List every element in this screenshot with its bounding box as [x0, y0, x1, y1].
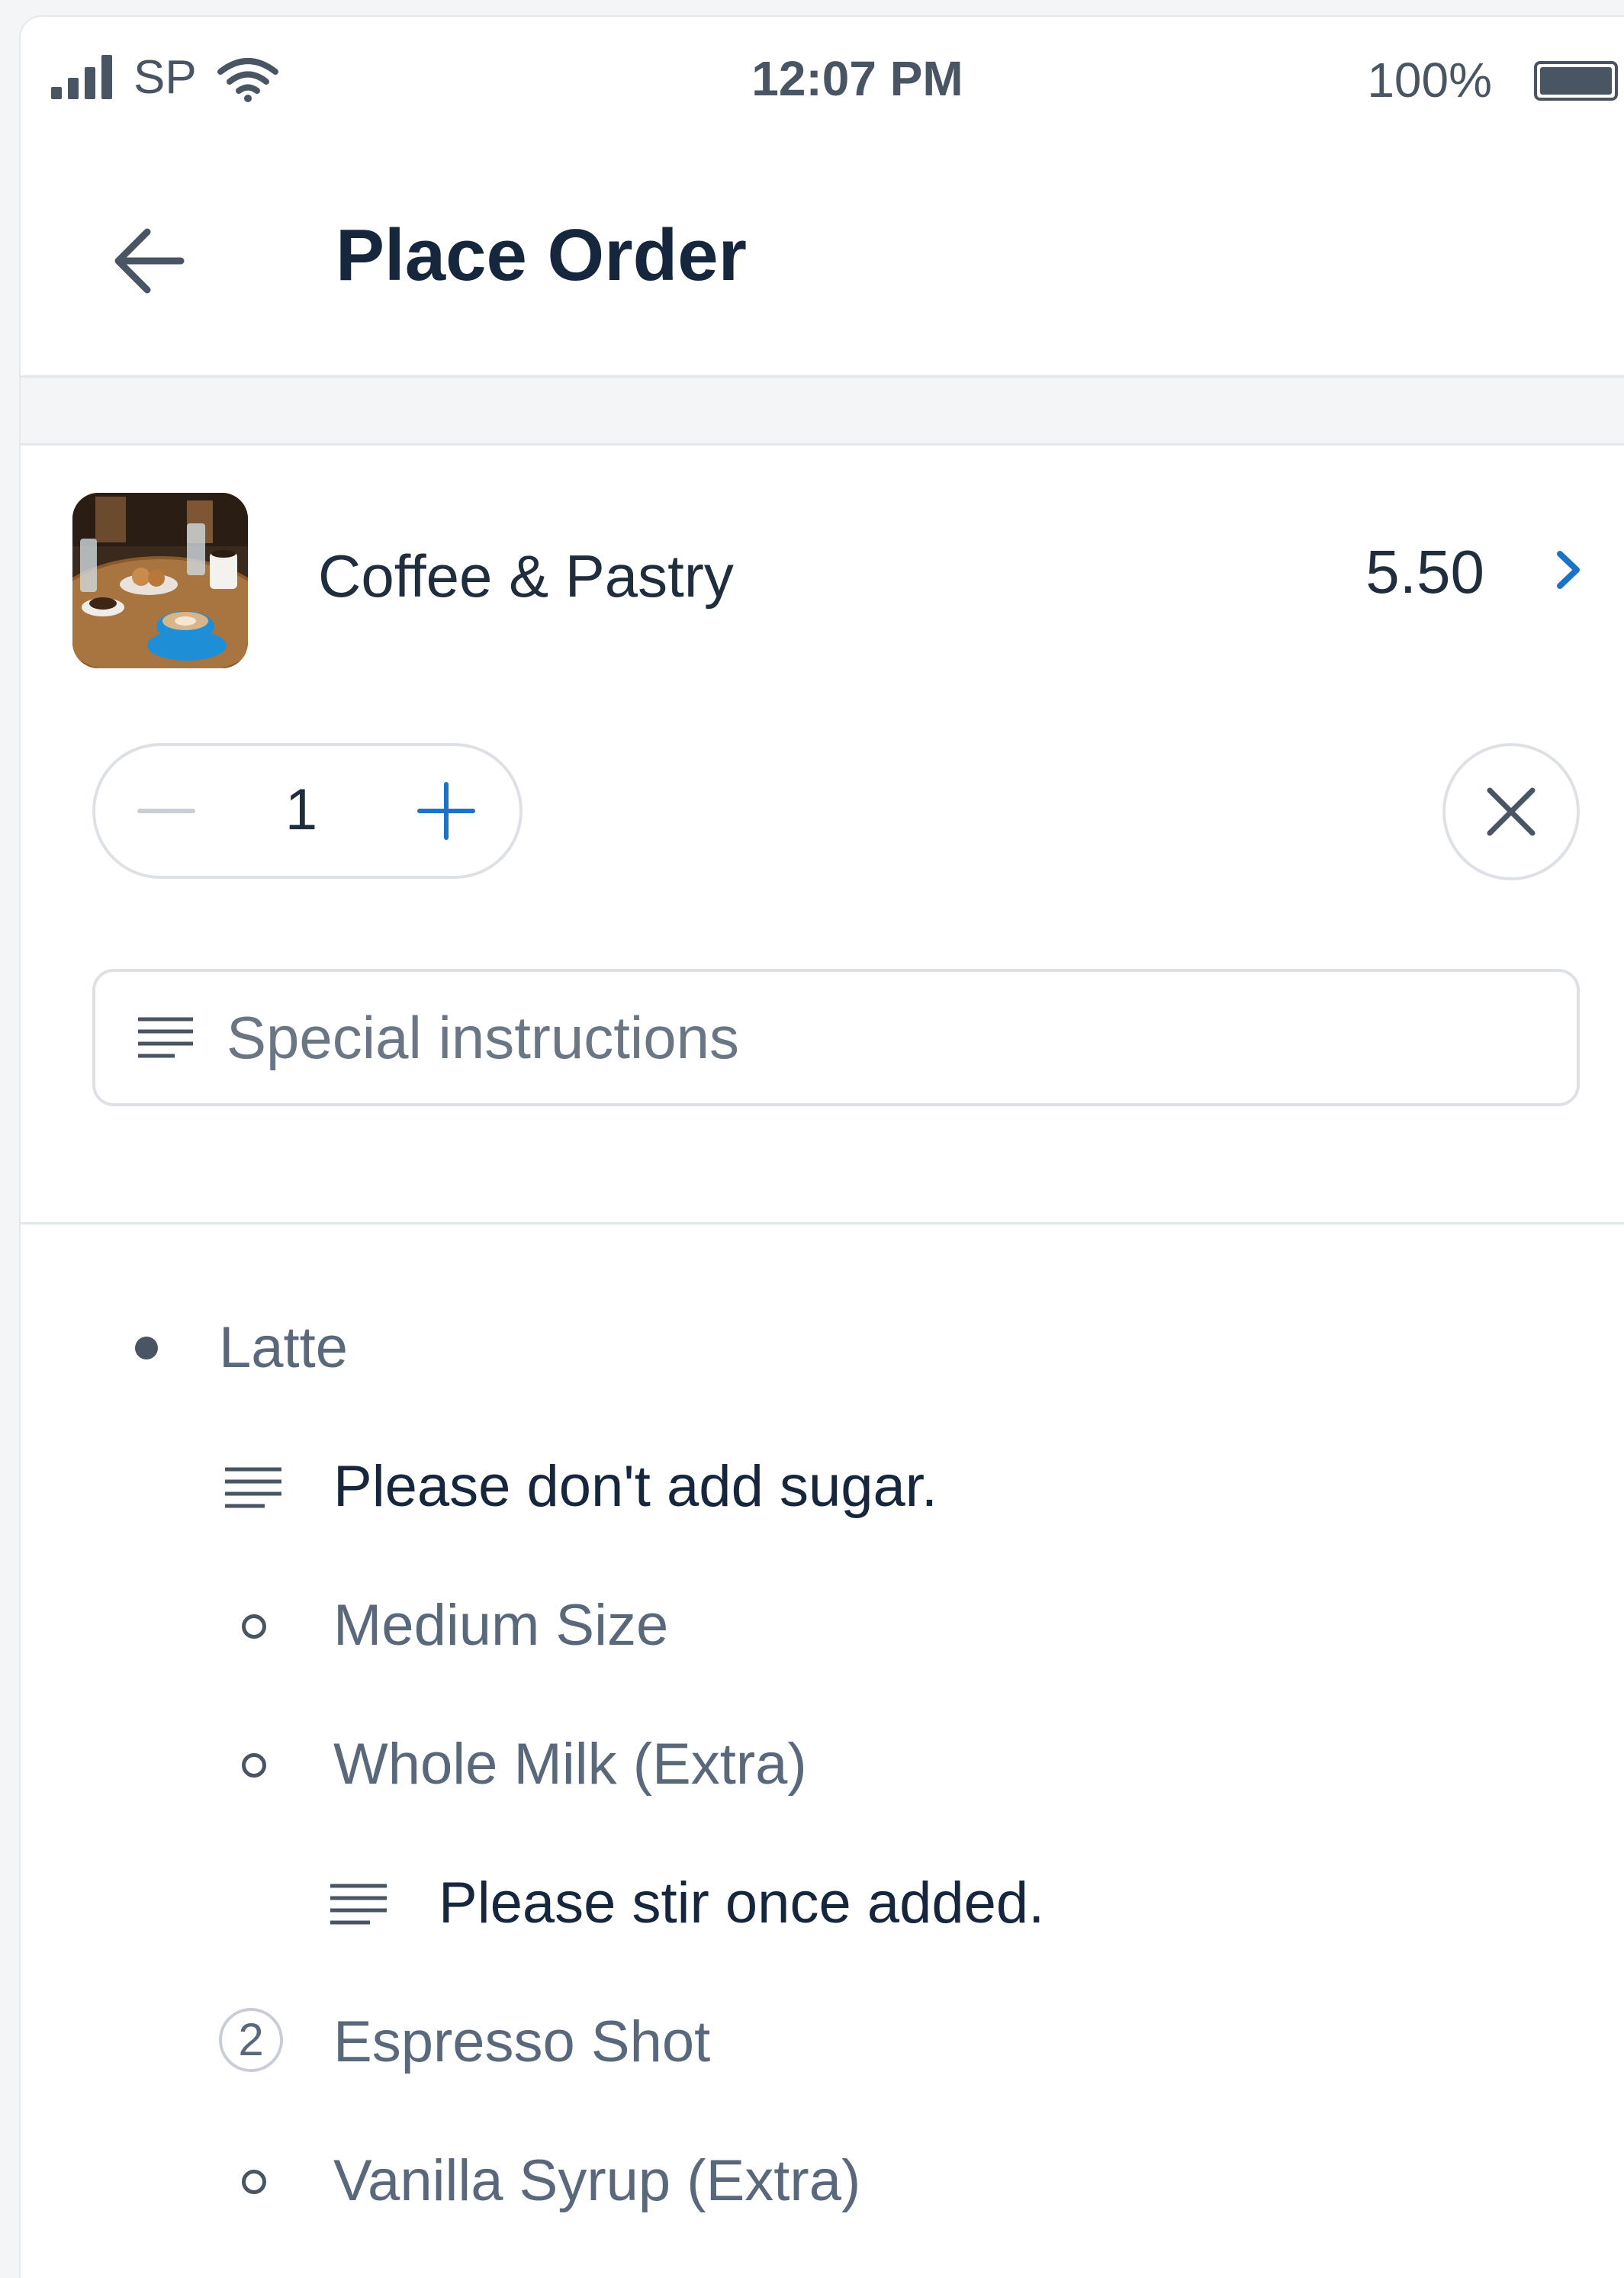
option-note-text: Please don't add sugar. — [333, 1454, 937, 1519]
close-icon — [1487, 787, 1536, 836]
item-price: 5.50 — [1365, 538, 1484, 606]
back-button[interactable] — [105, 215, 196, 307]
option-label: Latte — [219, 1315, 349, 1380]
quantity-value: 1 — [285, 777, 318, 842]
bullet-icon — [106, 1306, 190, 1390]
notes-icon — [317, 1861, 400, 1945]
item-thumbnail — [72, 493, 248, 668]
option-label: Vanilla Syrup (Extra) — [333, 2148, 861, 2213]
arrow-left-icon — [114, 228, 185, 294]
option-label: Medium Size — [333, 1593, 669, 1658]
quantity-stepper: 1 — [92, 743, 523, 879]
status-bar: SP 12:07 PM 100% — [21, 17, 1624, 146]
battery-icon — [1534, 61, 1618, 101]
remove-item-button[interactable] — [1442, 743, 1580, 880]
notes-icon — [211, 1445, 295, 1529]
count-badge: 2 — [211, 2000, 295, 2084]
ring-bullet-icon — [211, 1723, 295, 1807]
plus-icon — [417, 782, 475, 840]
divider — [21, 1222, 1624, 1224]
option-label: Espresso Shot — [333, 2009, 711, 2074]
special-instructions-field[interactable] — [92, 969, 1580, 1106]
notes-icon — [138, 1017, 193, 1058]
ring-bullet-icon — [211, 2139, 295, 2223]
minus-icon — [137, 809, 195, 813]
app-header: Place Order — [21, 146, 1624, 378]
decrease-quantity-button[interactable] — [124, 769, 208, 853]
order-item-row[interactable]: Coffee & Pastry 5.50 — [21, 446, 1624, 674]
option-label: Whole Milk (Extra) — [333, 1732, 807, 1797]
chevron-right-icon — [1557, 551, 1580, 589]
item-name: Coffee & Pastry — [318, 542, 734, 610]
app-screen: SP 12:07 PM 100% Place Order Coffee & Pa… — [19, 15, 1624, 2278]
special-instructions-input[interactable] — [225, 995, 1525, 1080]
battery-percent: 100% — [1367, 53, 1492, 108]
ring-bullet-icon — [211, 1584, 295, 1668]
section-separator — [21, 378, 1624, 446]
option-note-text: Please stir once added. — [439, 1871, 1045, 1935]
page-title: Place Order — [336, 214, 747, 296]
increase-quantity-button[interactable] — [404, 769, 488, 853]
